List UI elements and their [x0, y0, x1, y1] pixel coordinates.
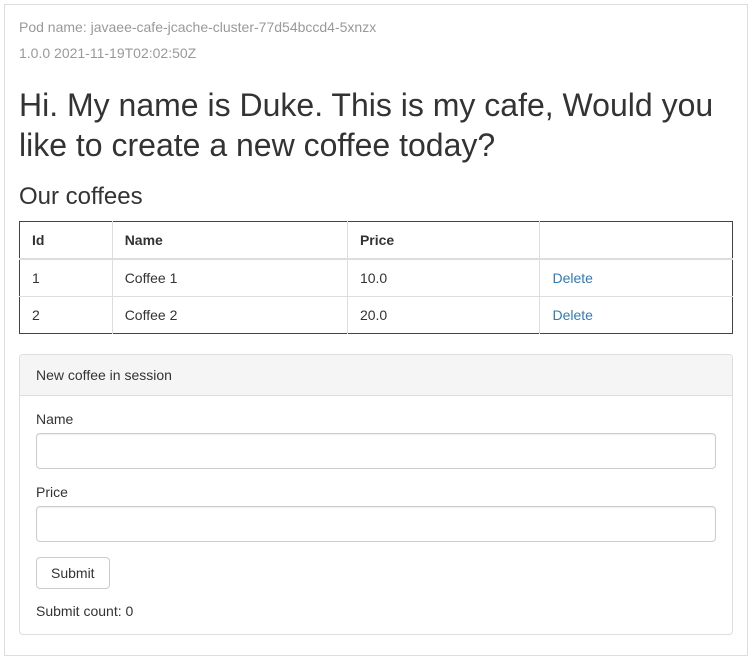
name-input[interactable] — [36, 433, 716, 469]
table-row: 2 Coffee 2 20.0 Delete — [20, 297, 733, 334]
col-id-header: Id — [20, 222, 113, 260]
col-price-header: Price — [347, 222, 540, 260]
coffees-heading: Our coffees — [19, 183, 733, 211]
table-row: 1 Coffee 1 10.0 Delete — [20, 259, 733, 297]
delete-link[interactable]: Delete — [552, 270, 592, 286]
cell-id: 1 — [20, 259, 113, 297]
col-actions-header — [540, 222, 733, 260]
submit-button[interactable]: Submit — [36, 557, 110, 589]
pod-name: Pod name: javaee-cafe-jcache-cluster-77d… — [19, 19, 733, 35]
coffees-table: Id Name Price 1 Coffee 1 10.0 Delete 2 C… — [19, 221, 733, 334]
price-field-group: Price — [36, 484, 716, 542]
version-info: 1.0.0 2021-11-19T02:02:50Z — [19, 45, 733, 61]
price-input[interactable] — [36, 506, 716, 542]
cell-name: Coffee 1 — [112, 259, 347, 297]
name-field-group: Name — [36, 411, 716, 469]
cell-name: Coffee 2 — [112, 297, 347, 334]
page-greeting: Hi. My name is Duke. This is my cafe, Wo… — [19, 85, 733, 165]
submit-count: Submit count: 0 — [36, 603, 716, 619]
panel-heading: New coffee in session — [20, 355, 732, 396]
name-label: Name — [36, 411, 716, 427]
table-header-row: Id Name Price — [20, 222, 733, 260]
new-coffee-panel: New coffee in session Name Price Submit … — [19, 354, 733, 635]
cell-price: 20.0 — [347, 297, 540, 334]
page-container: Pod name: javaee-cafe-jcache-cluster-77d… — [4, 4, 748, 656]
cell-price: 10.0 — [347, 259, 540, 297]
price-label: Price — [36, 484, 716, 500]
delete-link[interactable]: Delete — [552, 307, 592, 323]
panel-body: Name Price Submit Submit count: 0 — [20, 396, 732, 634]
cell-id: 2 — [20, 297, 113, 334]
col-name-header: Name — [112, 222, 347, 260]
